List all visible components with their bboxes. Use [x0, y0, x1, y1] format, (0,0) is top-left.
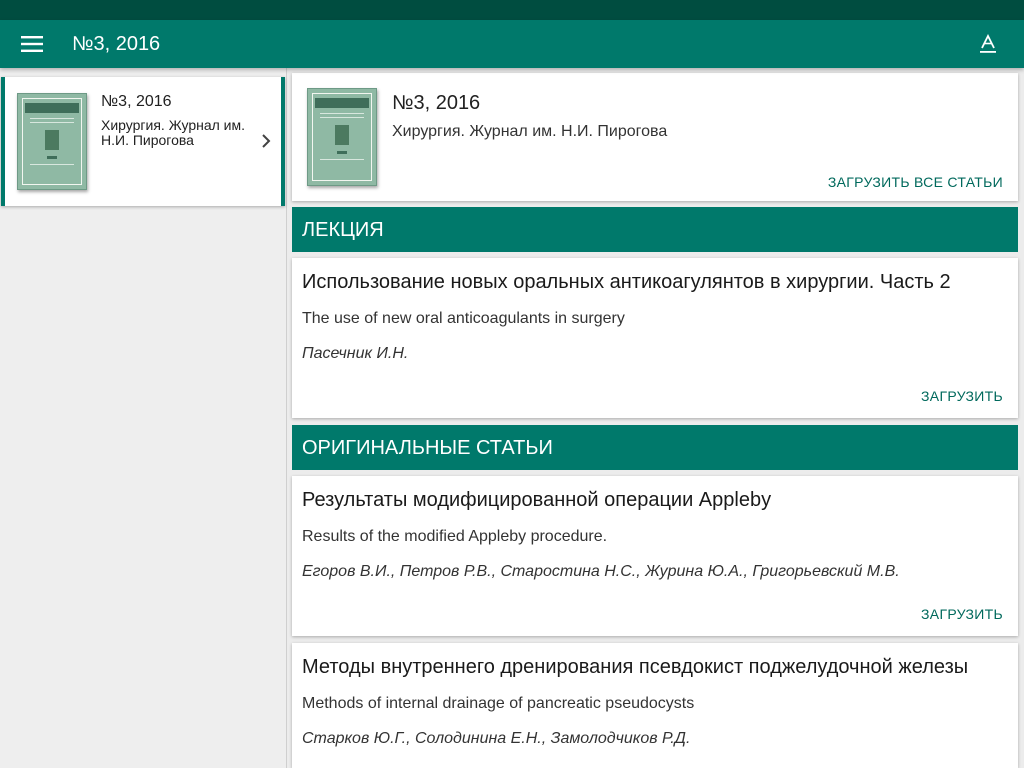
download-all-button[interactable]: ЗАГРУЗИТЬ ВСЕ СТАТЬИ: [828, 174, 1003, 190]
article-title: Результаты модифицированной операции App…: [302, 489, 772, 511]
download-button[interactable]: ЗАГРУЗИТЬ: [921, 388, 1003, 404]
article-subtitle: The use of new oral anticoagulants in su…: [302, 310, 625, 327]
status-bar: [0, 0, 1024, 20]
download-button[interactable]: ЗАГРУЗИТЬ: [921, 606, 1003, 622]
section-header-lecture: ЛЕКЦИЯ: [292, 207, 1018, 252]
journal-name: Хирургия. Журнал им. Н.И. Пирогова: [101, 117, 246, 148]
text-format-icon: [980, 34, 996, 53]
section-header-original-articles: ОРИГИНАЛЬНЫЕ СТАТЬИ: [292, 425, 1018, 470]
menu-button[interactable]: [16, 32, 48, 56]
issue-cover: [307, 88, 377, 186]
issue-header-card: №3, 2016 Хирургия. Журнал им. Н.И. Пирог…: [292, 73, 1018, 201]
article-card[interactable]: Использование новых оральных антикоагуля…: [292, 258, 1018, 418]
issue-list-pane: №3, 2016 Хирургия. Журнал им. Н.И. Пирог…: [0, 68, 287, 768]
article-authors: Пасечник И.Н.: [302, 345, 409, 362]
chevron-right-icon: [262, 134, 271, 148]
article-title: Использование новых оральных антикоагуля…: [302, 271, 951, 293]
article-card[interactable]: Методы внутреннего дренирования псевдоки…: [292, 643, 1018, 768]
journal-name: Хирургия. Журнал им. Н.И. Пирогова: [392, 123, 668, 140]
article-authors: Старков Ю.Г., Солодинина Е.Н., Замолодчи…: [302, 730, 691, 747]
app-bar: №3, 2016: [0, 20, 1024, 68]
menu-icon: [21, 36, 43, 52]
article-authors: Егоров В.И., Петров Р.В., Старостина Н.С…: [302, 563, 900, 580]
article-card[interactable]: Результаты модифицированной операции App…: [292, 476, 1018, 636]
issue-number: №3, 2016: [392, 92, 481, 114]
issue-number: №3, 2016: [101, 93, 172, 110]
issue-detail-pane: №3, 2016 Хирургия. Журнал им. Н.И. Пирог…: [287, 68, 1024, 768]
app-title: №3, 2016: [72, 33, 161, 55]
issue-list-item[interactable]: №3, 2016 Хирургия. Журнал им. Н.И. Пирог…: [1, 77, 285, 206]
article-subtitle: Results of the modified Appleby procedur…: [302, 528, 608, 545]
article-title: Методы внутреннего дренирования псевдоки…: [302, 656, 969, 678]
issue-cover-thumbnail: [17, 93, 87, 190]
article-subtitle: Methods of internal drainage of pancreat…: [302, 695, 695, 712]
font-size-button[interactable]: [974, 32, 1002, 58]
